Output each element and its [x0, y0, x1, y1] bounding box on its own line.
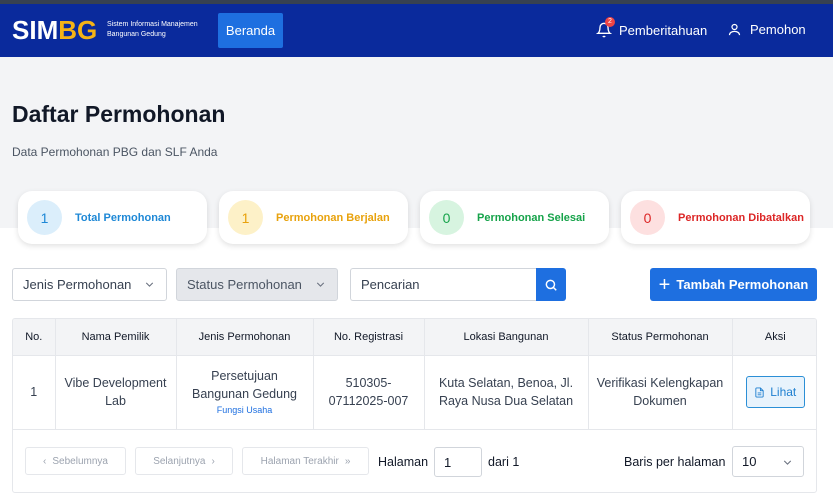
- column-header: Aksi: [732, 319, 816, 356]
- stat-cancelled-label: Permohonan Dibatalkan: [678, 211, 804, 224]
- double-chevron-right-icon: »: [344, 455, 351, 467]
- add-application-label: Tambah Permohonan: [676, 277, 809, 292]
- last-page-label: Halaman Terakhir: [260, 455, 339, 467]
- stat-finished-value: 0: [429, 200, 464, 235]
- rows-per-page-label: Baris per halaman: [624, 455, 726, 469]
- cell-type-label: Persetujuan Bangunan Gedung: [192, 369, 297, 401]
- view-button[interactable]: Lihat: [745, 376, 805, 408]
- type-filter-select[interactable]: Jenis Permohonan: [12, 268, 167, 301]
- page-total-label: dari 1: [488, 455, 520, 469]
- notification-button[interactable]: 2 Pemberitahuan: [595, 17, 708, 38]
- column-header[interactable]: Status Permohonan: [588, 319, 733, 356]
- stat-total-value: 1: [27, 200, 62, 235]
- cell-registration: 510305-07112025-007: [313, 355, 425, 430]
- stat-running-value: 1: [228, 200, 263, 235]
- page-number-input[interactable]: [434, 447, 482, 477]
- logo-subtitle: Sistem Informasi Manajemen Bangunan Gedu…: [107, 20, 217, 40]
- search-button[interactable]: [536, 268, 566, 301]
- column-header[interactable]: No.: [13, 319, 56, 356]
- chevron-down-icon: [783, 460, 792, 465]
- cell-status: Verifikasi Kelengkapan Dokumen: [588, 355, 733, 430]
- next-page-button[interactable]: Selanjutnya ›: [135, 447, 233, 475]
- logo-sim: SIM: [12, 15, 59, 45]
- stat-running-label: Permohonan Berjalan: [276, 211, 390, 224]
- chevron-down-icon: [316, 282, 325, 287]
- logo-bg: BG: [58, 15, 98, 45]
- cell-type: Persetujuan Bangunan Gedung Fungsi Usaha: [176, 355, 314, 430]
- user-menu-button[interactable]: Pemohon: [727, 22, 806, 37]
- column-header[interactable]: No. Registrasi: [313, 319, 425, 356]
- logo[interactable]: SIMBG: [12, 16, 97, 44]
- rows-per-page-select[interactable]: 10: [732, 446, 804, 477]
- view-button-label: Lihat: [770, 385, 797, 399]
- search-icon: [545, 279, 557, 291]
- page-subtitle: Data Permohonan PBG dan SLF Anda: [12, 145, 218, 159]
- cell-usage-label: Fungsi Usaha: [216, 405, 273, 415]
- notification-badge: 2: [605, 17, 615, 27]
- nav-home-button[interactable]: Beranda: [218, 13, 283, 48]
- user-icon: [728, 23, 741, 36]
- user-label: Pemohon: [750, 22, 806, 37]
- stat-card-running: 1 Permohonan Berjalan: [219, 191, 408, 244]
- document-icon: [755, 386, 764, 398]
- navbar: SIMBG Sistem Informasi Manajemen Banguna…: [0, 4, 833, 57]
- status-filter-label: Status Permohonan: [187, 277, 302, 292]
- chevron-right-icon: ›: [211, 455, 215, 467]
- rows-per-page-value: 10: [742, 454, 757, 469]
- page-label: Halaman: [378, 455, 429, 469]
- search-input[interactable]: [350, 268, 536, 301]
- status-filter-select[interactable]: Status Permohonan: [176, 268, 338, 301]
- stat-card-total: 1 Total Permohonan: [18, 191, 207, 244]
- column-header[interactable]: Jenis Permohonan: [176, 319, 314, 356]
- add-application-button[interactable]: + Tambah Permohonan: [650, 268, 817, 301]
- type-filter-label: Jenis Permohonan: [23, 277, 132, 292]
- chevron-left-icon: ‹: [43, 455, 47, 467]
- table-row: 1 Vibe Development Lab Persetujuan Bangu…: [13, 355, 816, 430]
- notification-label: Pemberitahuan: [619, 22, 708, 38]
- stat-total-label: Total Permohonan: [75, 211, 171, 224]
- stat-finished-label: Permohonan Selesai: [477, 211, 586, 224]
- column-header[interactable]: Lokasi Bangunan: [424, 319, 589, 356]
- last-page-button[interactable]: Halaman Terakhir »: [242, 447, 369, 475]
- logo-subtitle-line1: Sistem Informasi Manajemen: [107, 21, 198, 28]
- cell-owner: Vibe Development Lab: [55, 355, 177, 430]
- previous-page-label: Sebelumnya: [52, 455, 108, 467]
- cell-location: Kuta Selatan, Benoa, Jl. Raya Nusa Dua S…: [424, 355, 589, 430]
- chevron-down-icon: [145, 282, 154, 287]
- stat-card-cancelled: 0 Permohonan Dibatalkan: [621, 191, 810, 244]
- plus-icon: +: [658, 273, 671, 296]
- previous-page-button[interactable]: ‹ Sebelumnya: [25, 447, 126, 475]
- cell-action: Lihat: [732, 355, 816, 430]
- cell-no: 1: [13, 355, 56, 430]
- table-header-row: No. Nama Pemilik Jenis Permohonan No. Re…: [13, 319, 816, 356]
- logo-subtitle-line2: Bangunan Gedung: [107, 31, 166, 38]
- page-title: Daftar Permohonan: [12, 101, 226, 127]
- stat-card-finished: 0 Permohonan Selesai: [420, 191, 609, 244]
- bell-icon: 2: [595, 17, 615, 38]
- next-page-label: Selanjutnya: [153, 455, 206, 467]
- column-header[interactable]: Nama Pemilik: [55, 319, 177, 356]
- stat-cancelled-value: 0: [630, 200, 665, 235]
